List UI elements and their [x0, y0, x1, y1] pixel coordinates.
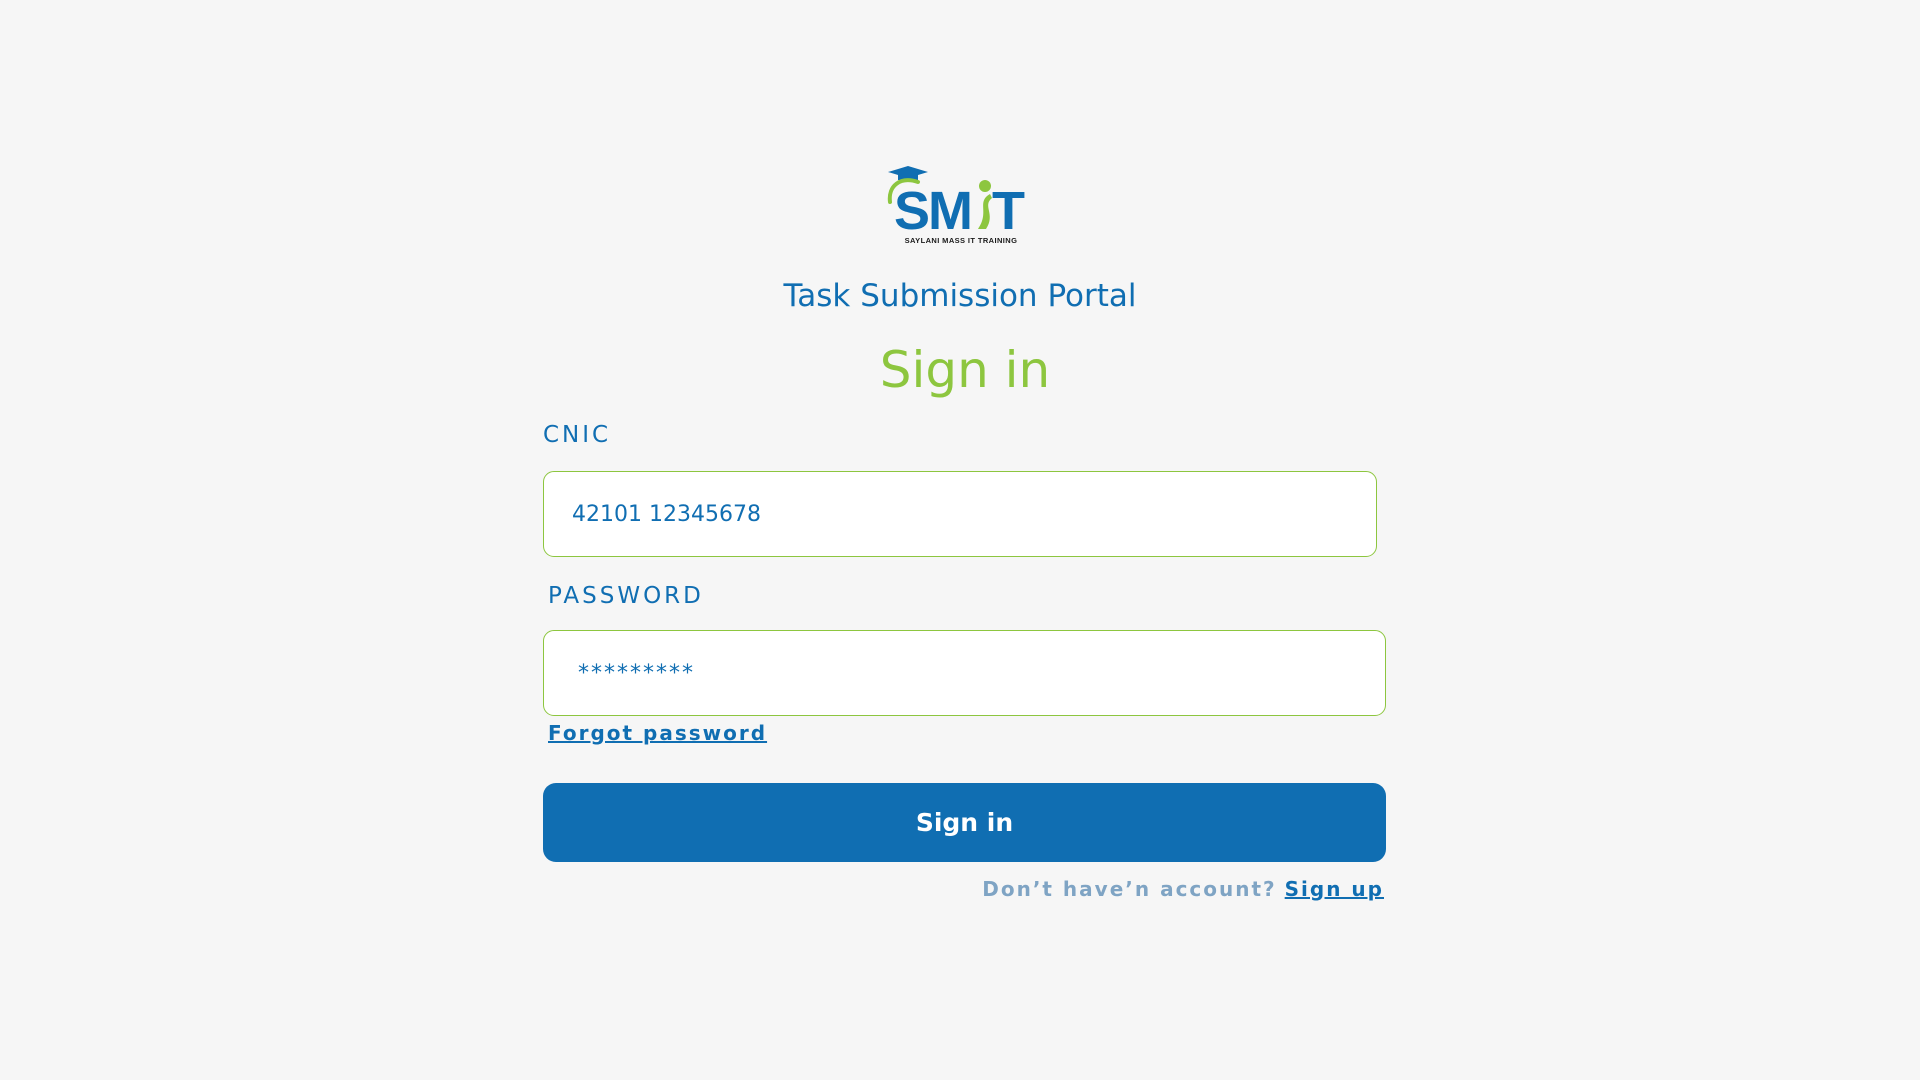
portal-title: Task Submission Portal: [783, 278, 1137, 314]
svg-text:SM: SM: [894, 181, 971, 236]
signin-heading: Sign in: [879, 341, 1051, 399]
login-page: SM T SAYLANI MASS IT TRAINING Task Submi…: [0, 0, 1920, 1080]
forgot-password-link[interactable]: Forgot password: [548, 719, 767, 747]
password-input[interactable]: *********: [543, 630, 1386, 716]
no-account-text: Don’t have’n account?: [982, 877, 1277, 901]
smit-logo: SM T SAYLANI MASS IT TRAINING: [886, 162, 1036, 248]
signup-prompt: Don’t have’n account? Sign up: [982, 874, 1384, 904]
signin-button[interactable]: Sign in: [543, 783, 1386, 862]
svg-text:T: T: [992, 181, 1025, 236]
password-label: PASSWORD: [548, 583, 704, 609]
signup-link[interactable]: Sign up: [1285, 877, 1384, 901]
logo-tagline: SAYLANI MASS IT TRAINING: [904, 236, 1018, 245]
cnic-input[interactable]: 42101 12345678: [543, 471, 1377, 557]
smit-logo-graphic: SM T: [887, 166, 1025, 236]
cnic-label: CNIC: [543, 422, 612, 448]
